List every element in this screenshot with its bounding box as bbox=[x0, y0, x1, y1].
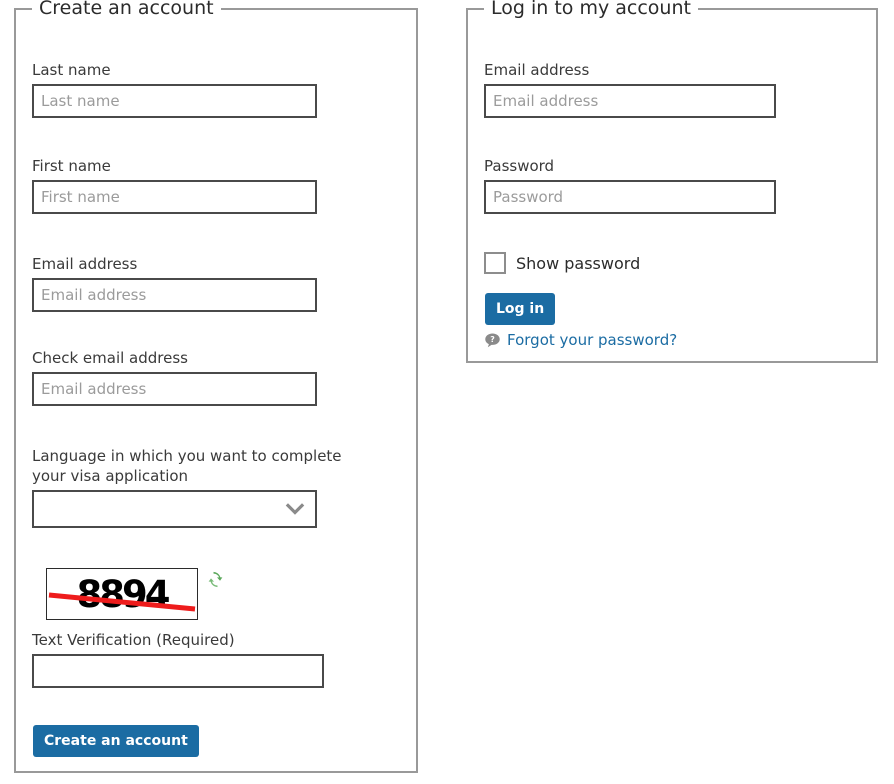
email-label: Email address bbox=[32, 255, 138, 273]
captcha-image: 8894 bbox=[46, 568, 198, 620]
email-input[interactable] bbox=[32, 278, 317, 312]
field-last-name: Last name bbox=[32, 60, 317, 118]
forgot-password-link[interactable]: Forgot your password? bbox=[507, 331, 677, 349]
create-account-body: Last name First name Email address Check… bbox=[16, 10, 416, 771]
help-question-icon: ? bbox=[484, 332, 501, 349]
captcha-block: 8894 bbox=[46, 568, 225, 620]
text-verification-input[interactable] bbox=[32, 654, 324, 688]
svg-text:?: ? bbox=[490, 335, 495, 344]
field-first-name: First name bbox=[32, 156, 317, 214]
account-page: Create an account Last name First name E… bbox=[0, 0, 894, 784]
field-language: Language in which you want to complete y… bbox=[32, 446, 377, 528]
login-password-input[interactable] bbox=[484, 180, 776, 214]
last-name-label: Last name bbox=[32, 61, 111, 79]
language-select[interactable] bbox=[32, 490, 317, 528]
field-login-email: Email address bbox=[484, 60, 776, 118]
first-name-label: First name bbox=[32, 157, 111, 175]
show-password-row[interactable]: Show password bbox=[484, 252, 640, 274]
field-email: Email address bbox=[32, 254, 317, 312]
create-account-panel: Create an account Last name First name E… bbox=[14, 0, 418, 773]
field-text-verification: Text Verification (Required) bbox=[32, 630, 324, 688]
check-email-input[interactable] bbox=[32, 372, 317, 406]
refresh-icon[interactable] bbox=[206, 570, 225, 589]
login-panel: Log in to my account Email address Passw… bbox=[466, 0, 878, 363]
captcha-row: 8894 bbox=[46, 568, 225, 620]
captcha-strike-line bbox=[48, 592, 196, 612]
language-label: Language in which you want to complete y… bbox=[32, 447, 342, 485]
first-name-input[interactable] bbox=[32, 180, 317, 214]
last-name-input[interactable] bbox=[32, 84, 317, 118]
show-password-label: Show password bbox=[516, 253, 641, 273]
text-verification-label: Text Verification (Required) bbox=[32, 631, 235, 649]
field-check-email: Check email address bbox=[32, 348, 317, 406]
show-password-checkbox[interactable] bbox=[484, 252, 506, 274]
login-email-label: Email address bbox=[484, 61, 590, 79]
login-email-input[interactable] bbox=[484, 84, 776, 118]
forgot-password-row[interactable]: ? Forgot your password? bbox=[484, 331, 677, 349]
check-email-label: Check email address bbox=[32, 349, 188, 367]
login-body: Email address Password Show password Log… bbox=[468, 10, 876, 361]
language-select-value bbox=[32, 490, 317, 528]
login-password-label: Password bbox=[484, 157, 555, 175]
field-login-password: Password bbox=[484, 156, 776, 214]
login-button[interactable]: Log in bbox=[485, 293, 556, 325]
create-account-button[interactable]: Create an account bbox=[33, 725, 199, 757]
